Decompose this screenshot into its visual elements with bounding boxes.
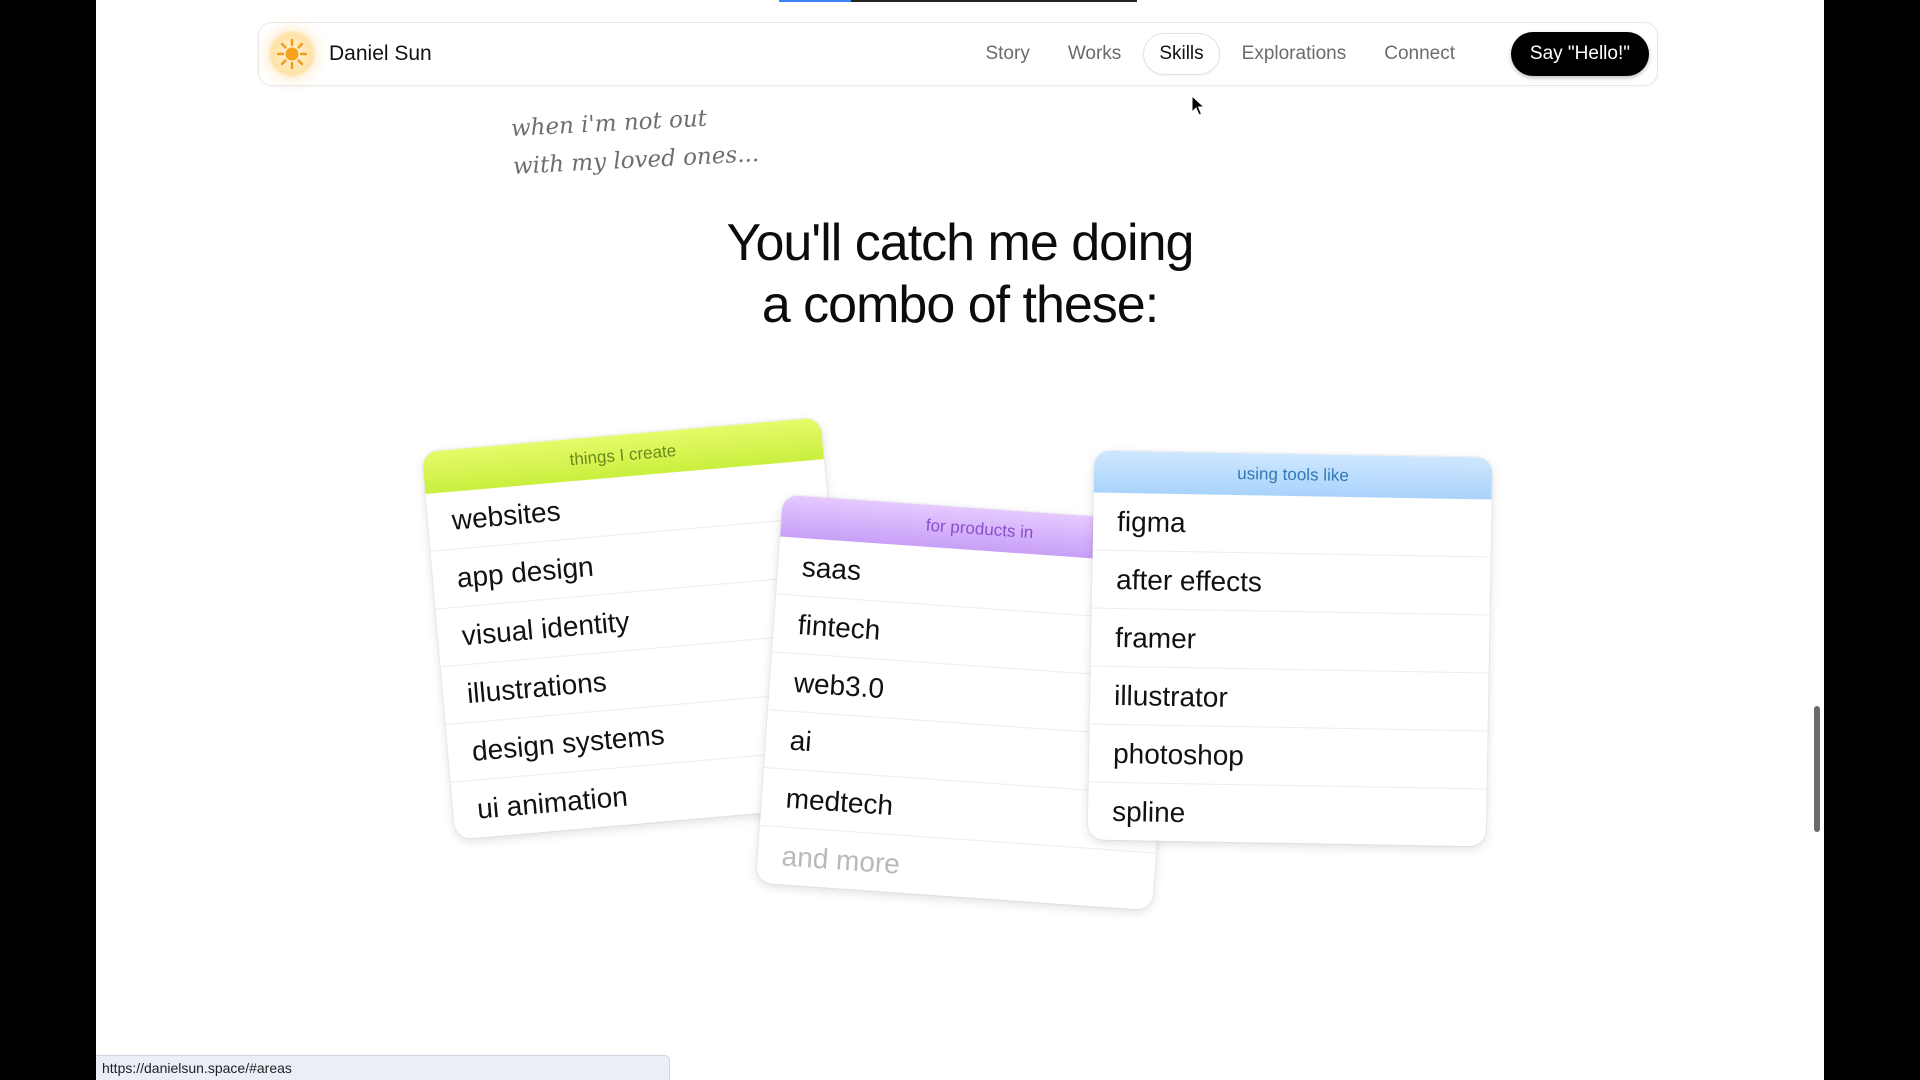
heading-line-1: You'll catch me doing	[726, 214, 1195, 272]
nav-link-connect[interactable]: Connect	[1368, 33, 1471, 75]
list-item: framer	[1090, 608, 1490, 674]
mouse-cursor-icon	[1191, 95, 1205, 116]
list-item: illustrator	[1089, 666, 1489, 732]
list-item: after effects	[1091, 550, 1491, 616]
nav-links: Story Works Skills Explorations Connect	[969, 23, 1471, 85]
nav-link-skills[interactable]: Skills	[1143, 33, 1220, 75]
say-hello-button[interactable]: Say "Hello!"	[1510, 32, 1649, 76]
card-header: using tools like	[1093, 450, 1493, 500]
nav-link-explorations[interactable]: Explorations	[1226, 33, 1363, 75]
sun-icon	[269, 31, 315, 77]
brand[interactable]: Daniel Sun	[259, 23, 432, 85]
handwritten-note: when i'm not out with my loved ones...	[510, 95, 794, 186]
nav-link-story[interactable]: Story	[969, 33, 1045, 75]
heading-line-2: a combo of these:	[761, 276, 1159, 334]
list-item: figma	[1092, 492, 1492, 558]
navbar: Daniel Sun Story Works Skills Exploratio…	[258, 22, 1658, 86]
scroll-progress-bar	[779, 0, 1137, 2]
scrollbar-thumb[interactable]	[1814, 706, 1820, 832]
card-using-tools-like: using tools like figma after effects fra…	[1087, 450, 1493, 847]
nav-link-works[interactable]: Works	[1052, 33, 1137, 75]
section-heading: You'll catch me doing a combo of these:	[96, 212, 1824, 336]
scroll-progress-fill	[779, 0, 851, 2]
page: Daniel Sun Story Works Skills Exploratio…	[96, 0, 1824, 1080]
list-item: photoshop	[1088, 724, 1488, 790]
link-status-bar: https://danielsun.space/#areas	[96, 1055, 670, 1080]
list-item: spline	[1111, 795, 1186, 828]
brand-name: Daniel Sun	[329, 42, 432, 65]
